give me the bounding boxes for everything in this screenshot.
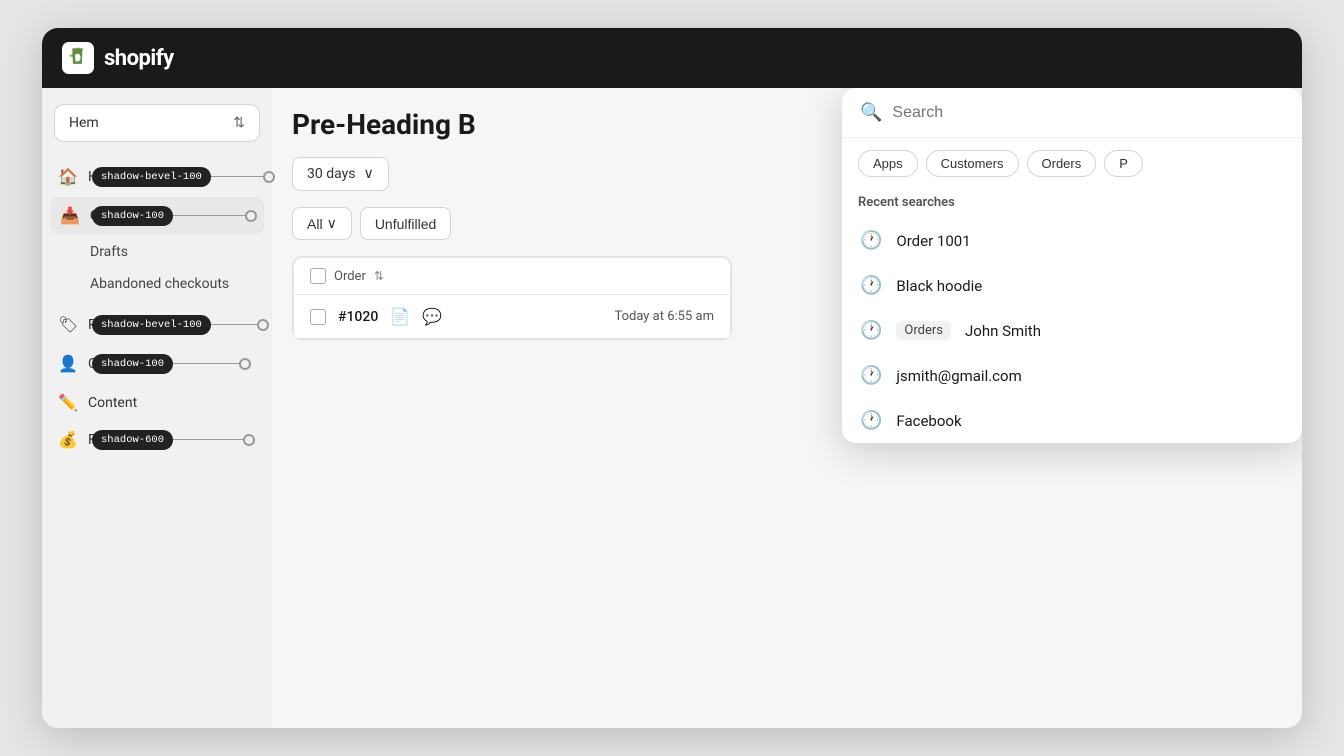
- finances-connector-line: [173, 439, 243, 440]
- finances-badge-group: shadow-600: [92, 430, 255, 450]
- category-p-label: P: [1119, 156, 1128, 171]
- main-area: Hem ⇅ 🏠 Home shadow-bevel-100 📥: [42, 88, 1302, 728]
- sidebar-item-content[interactable]: ✏️ Content: [42, 384, 272, 421]
- recent-item-order1001-text: Order 1001: [896, 232, 970, 250]
- sidebar: Hem ⇅ 🏠 Home shadow-bevel-100 📥: [42, 88, 272, 728]
- document-icon: 📄: [390, 307, 410, 326]
- order-number: #1020: [338, 309, 378, 325]
- clock-icon-5: 🕐: [860, 410, 882, 431]
- orders-table: Order ⇅ #1020 📄 💬 Today at 6:55 am: [292, 256, 732, 340]
- customers-connector-line: [173, 363, 239, 364]
- recent-item-johnsmith[interactable]: 🕐 Orders John Smith: [842, 308, 1302, 353]
- category-customers-label: Customers: [941, 156, 1004, 171]
- filter-all-label: All: [307, 216, 323, 232]
- nav-home-wrapper: 🏠 Home shadow-bevel-100: [42, 158, 272, 195]
- nav-finances-wrapper: 💰 Finances shadow-600: [42, 421, 272, 458]
- orders-shadow-badge: shadow-100: [92, 206, 173, 226]
- top-nav: shopify: [42, 28, 1302, 88]
- date-filter-label: 30 days: [307, 166, 355, 182]
- filter-all-chevron-icon: ∨: [327, 215, 337, 232]
- recent-item-jsmith[interactable]: 🕐 jsmith@gmail.com: [842, 353, 1302, 398]
- clock-icon-2: 🕐: [860, 275, 882, 296]
- products-shadow-badge: shadow-bevel-100: [92, 315, 211, 335]
- home-badge-group: shadow-bevel-100: [92, 167, 275, 187]
- main-content: Pre-Heading B 30 days ∨ All ∨ Unfulfille…: [272, 88, 1302, 728]
- store-selector-chevron: ⇅: [233, 115, 245, 131]
- finances-connector-dot: [243, 434, 255, 446]
- orders-connector-line: [173, 215, 245, 216]
- content-icon: ✏️: [58, 393, 78, 412]
- table-row[interactable]: #1020 📄 💬 Today at 6:55 am: [293, 295, 731, 339]
- search-overlay: 🔍 Apps Customers Orders P: [842, 88, 1302, 443]
- row-checkbox[interactable]: [310, 309, 326, 325]
- recent-item-blackhoodie-text: Black hoodie: [896, 277, 982, 295]
- orders-badge-group: shadow-100: [92, 206, 257, 226]
- sidebar-item-abandoned[interactable]: Abandoned checkouts: [42, 268, 272, 300]
- finances-shadow-badge: shadow-600: [92, 430, 173, 450]
- filter-unfulfilled-button[interactable]: Unfulfilled: [360, 207, 451, 240]
- recent-item-facebook-text: Facebook: [896, 412, 961, 430]
- date-filter-button[interactable]: 30 days ∨: [292, 157, 389, 191]
- nav-customers-wrapper: 👤 Customers shadow-100: [42, 345, 272, 382]
- filter-unfulfilled-label: Unfulfilled: [375, 216, 436, 232]
- clock-icon-4: 🕐: [860, 365, 882, 386]
- products-badge-group: shadow-bevel-100: [92, 315, 269, 335]
- shopify-text: shopify: [104, 46, 174, 71]
- home-connector-dot: [263, 171, 275, 183]
- recent-item-blackhoodie[interactable]: 🕐 Black hoodie: [842, 263, 1302, 308]
- category-apps-button[interactable]: Apps: [858, 150, 918, 177]
- search-box: 🔍: [842, 88, 1302, 138]
- johnsmith-badge: Orders: [896, 321, 951, 340]
- products-connector-dot: [257, 319, 269, 331]
- clock-icon-1: 🕐: [860, 230, 882, 251]
- store-selector[interactable]: Hem ⇅: [54, 104, 260, 142]
- filter-all-button[interactable]: All ∨: [292, 207, 352, 240]
- search-categories: Apps Customers Orders P: [842, 138, 1302, 189]
- recent-item-johnsmith-text: John Smith: [965, 322, 1041, 340]
- products-icon: 🏷: [58, 315, 78, 334]
- nav-products-wrapper: 🏷 Products shadow-bevel-100: [42, 306, 272, 343]
- shopify-logo-icon: [62, 42, 94, 74]
- store-selector-label: Hem: [69, 115, 99, 131]
- order-timestamp: Today at 6:55 am: [614, 309, 714, 324]
- recent-item-order1001[interactable]: 🕐 Order 1001: [842, 218, 1302, 263]
- category-apps-label: Apps: [873, 156, 903, 171]
- home-icon: 🏠: [58, 167, 78, 186]
- order-column-header: Order: [334, 269, 366, 284]
- comment-icon: 💬: [422, 307, 442, 326]
- customers-badge-group: shadow-100: [92, 354, 251, 374]
- search-icon: 🔍: [860, 102, 882, 123]
- category-orders-button[interactable]: Orders: [1027, 150, 1097, 177]
- category-customers-button[interactable]: Customers: [926, 150, 1019, 177]
- clock-icon-3: 🕐: [860, 320, 882, 341]
- products-connector-line: [211, 324, 257, 325]
- recent-item-jsmith-text: jsmith@gmail.com: [896, 367, 1021, 385]
- table-header: Order ⇅: [293, 257, 731, 295]
- home-connector-line: [211, 176, 263, 177]
- search-input[interactable]: [892, 104, 1284, 122]
- browser-window: shopify Hem ⇅ 🏠 Home shadow-bevel-100: [42, 28, 1302, 728]
- customers-connector-dot: [239, 358, 251, 370]
- recent-searches-label: Recent searches: [842, 189, 1302, 218]
- date-filter-chevron-icon: ∨: [363, 166, 373, 182]
- category-p-button[interactable]: P: [1104, 150, 1143, 177]
- customers-shadow-badge: shadow-100: [92, 354, 173, 374]
- customers-icon: 👤: [58, 354, 78, 373]
- sort-icon: ⇅: [374, 269, 384, 283]
- sidebar-item-content-label: Content: [88, 395, 137, 411]
- nav-orders-wrapper: 📥 Orders shadow-100: [42, 197, 272, 234]
- shopify-logo: shopify: [62, 42, 174, 74]
- orders-connector-dot: [245, 210, 257, 222]
- sidebar-item-drafts[interactable]: Drafts: [42, 236, 272, 268]
- select-all-checkbox[interactable]: [310, 268, 326, 284]
- finances-icon: 💰: [58, 430, 78, 449]
- home-shadow-badge: shadow-bevel-100: [92, 167, 211, 187]
- orders-icon: 📥: [60, 206, 80, 225]
- recent-item-facebook[interactable]: 🕐 Facebook: [842, 398, 1302, 443]
- category-orders-label: Orders: [1042, 156, 1082, 171]
